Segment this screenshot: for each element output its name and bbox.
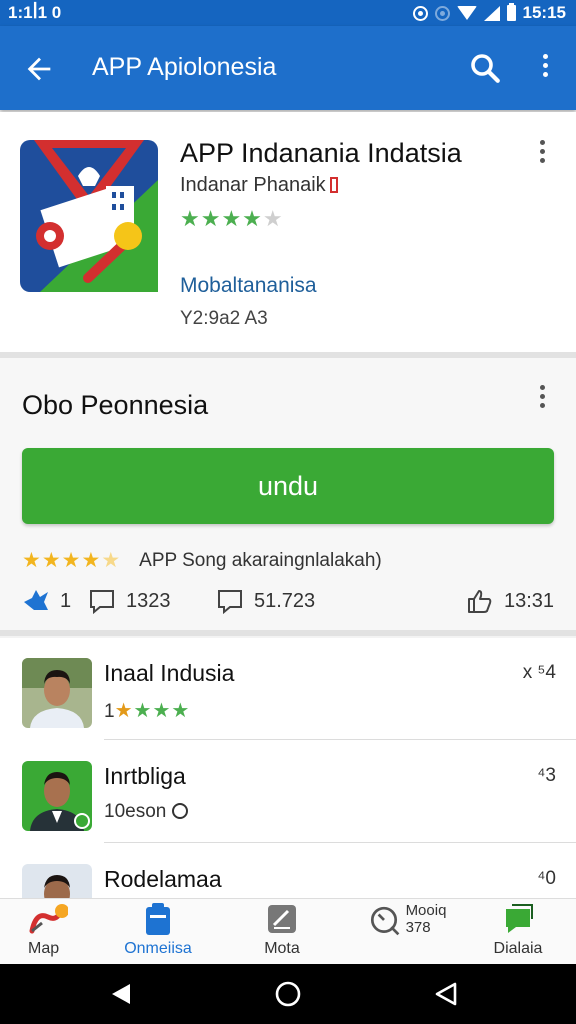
system-home-button[interactable] xyxy=(274,980,302,1008)
star-empty-icon: ★ xyxy=(262,206,284,231)
triangle-back-icon xyxy=(112,984,130,1004)
wifi-icon xyxy=(456,6,477,20)
star-icon: ★ xyxy=(114,700,134,722)
comment-icon xyxy=(90,590,114,614)
comments-stat[interactable]: 1323 xyxy=(88,588,171,614)
install-title: Obo Peonnesia xyxy=(22,390,209,420)
divider xyxy=(0,630,576,636)
system-nav-bar xyxy=(0,964,576,1024)
review-meta: ⁴0 xyxy=(537,868,556,889)
review-meta: ⁴3 xyxy=(537,765,556,786)
rating-row: ★★★★★ APP Song akaraingnlalakah) xyxy=(22,548,382,573)
signal-icon xyxy=(483,5,500,21)
likes-stat[interactable]: 1 xyxy=(22,588,71,614)
thumbs-stat[interactable]: 13:31 xyxy=(466,588,554,614)
divider xyxy=(104,842,576,843)
system-back-button[interactable] xyxy=(108,980,136,1008)
status-time: 15:15 xyxy=(522,3,566,22)
app-rating-stars: ★★★★★ xyxy=(180,206,284,232)
review-rating: 1★★★★ xyxy=(104,700,191,722)
system-recents-button[interactable] xyxy=(432,980,460,1008)
nav-dialaia[interactable]: Dialaia xyxy=(468,901,568,958)
review-subtext: 10eson xyxy=(104,801,188,823)
nav-home-label: Onmeiisa xyxy=(124,940,192,957)
sync-icon xyxy=(434,5,450,21)
app-logo[interactable] xyxy=(20,140,158,304)
chat-icon xyxy=(506,904,533,933)
map-icon xyxy=(29,904,68,934)
location-icon xyxy=(412,5,428,21)
more-vert-icon xyxy=(540,140,545,145)
review-subtext-label: 10eson xyxy=(104,801,167,822)
nav-clock-sub: 378 xyxy=(405,919,431,936)
comments-count: 1323 xyxy=(126,589,171,612)
timer-icon xyxy=(370,906,399,936)
review-name: Inaal Indusia xyxy=(104,660,235,686)
nav-clock[interactable]: Mooiq 378 xyxy=(356,901,456,937)
list-item[interactable]: Inaal Indusia 1★★★★ x ⁵4 xyxy=(0,638,576,740)
status-icons: 15:15 xyxy=(412,3,566,23)
list-item[interactable]: Inrtbliga 10eson ⁴3 xyxy=(0,741,576,843)
install-card: Obo Peonnesia undu ★★★★★ APP Song akarai… xyxy=(0,358,576,630)
rating-text: APP Song akaraingnlalakah) xyxy=(139,549,382,571)
search-icon xyxy=(471,54,500,83)
nav-dialaia-label: Dialaia xyxy=(493,940,543,957)
review-name: Rodelamaa xyxy=(104,866,222,892)
thumbs-count: 13:31 xyxy=(504,589,555,612)
folder-icon xyxy=(146,903,170,935)
clock-icon xyxy=(171,803,188,819)
app-card-menu-button[interactable] xyxy=(540,140,545,163)
rating-stars: ★★★★★ xyxy=(22,549,122,572)
messages-count: 51.723 xyxy=(254,589,316,612)
app-name: APP Indanania Indatsia xyxy=(180,138,462,168)
developer-label: Indanar Phanaik xyxy=(180,174,326,196)
list-item[interactable]: Rodelamaa ⁴0 xyxy=(0,844,576,900)
app-category[interactable]: Mobaltananisa xyxy=(180,274,317,298)
status-time-left: 1:1ꟾ1 0 xyxy=(8,3,62,22)
more-vert-icon xyxy=(540,385,545,390)
status-bar: 1:1ꟾ1 0 15:15 xyxy=(0,0,576,26)
more-vert-icon xyxy=(542,54,548,59)
back-button[interactable] xyxy=(22,52,56,86)
edit-icon xyxy=(268,905,296,933)
star-icon: ★★★★ xyxy=(180,206,263,231)
install-button[interactable]: undu xyxy=(22,448,554,524)
avatar xyxy=(22,864,92,900)
review-meta: x ⁵4 xyxy=(522,662,556,683)
app-meta: Y2:9a2 A3 xyxy=(180,308,268,329)
circle-home-icon xyxy=(275,981,301,1007)
install-card-menu-button[interactable] xyxy=(540,385,545,408)
nav-clock-label: Mooiq xyxy=(405,902,447,919)
thumbs-up-icon xyxy=(468,590,492,613)
nav-mota-label: Mota xyxy=(264,940,300,957)
stats-row: 1 1323 51.723 13:31 xyxy=(22,588,554,620)
messages-stat[interactable]: 51.723 xyxy=(216,588,315,614)
avatar xyxy=(22,761,92,831)
search-button[interactable] xyxy=(467,50,503,86)
message-icon xyxy=(218,590,242,614)
developer-name[interactable]: Indanar Phanaik xyxy=(180,174,338,197)
battery-icon xyxy=(506,3,516,21)
arrow-left-icon xyxy=(27,57,51,81)
avatar xyxy=(22,658,92,728)
divider xyxy=(104,739,576,740)
nav-mota[interactable]: Mota xyxy=(232,901,332,958)
review-rating-prefix: 1 xyxy=(104,701,115,722)
developer-badge-icon xyxy=(329,177,338,193)
nav-home[interactable]: Onmeiisa xyxy=(108,901,208,958)
bottom-nav: Map Onmeiisa Mota Mooiq 378 Dialaia xyxy=(0,898,576,964)
reviews-list: Inaal Indusia 1★★★★ x ⁵4 Inrtbliga 10eso… xyxy=(0,638,576,900)
triangle-outline-icon xyxy=(435,982,457,1006)
overflow-menu-button[interactable] xyxy=(536,54,554,82)
app-bar-title: APP Apiolonesia xyxy=(92,53,277,81)
review-name: Inrtbliga xyxy=(104,763,186,789)
app-bar: APP Apiolonesia xyxy=(0,26,576,110)
bird-icon xyxy=(24,590,48,610)
likes-count: 1 xyxy=(60,589,72,612)
app-header-card: APP Indanania Indatsia Indanar Phanaik ★… xyxy=(0,112,576,352)
